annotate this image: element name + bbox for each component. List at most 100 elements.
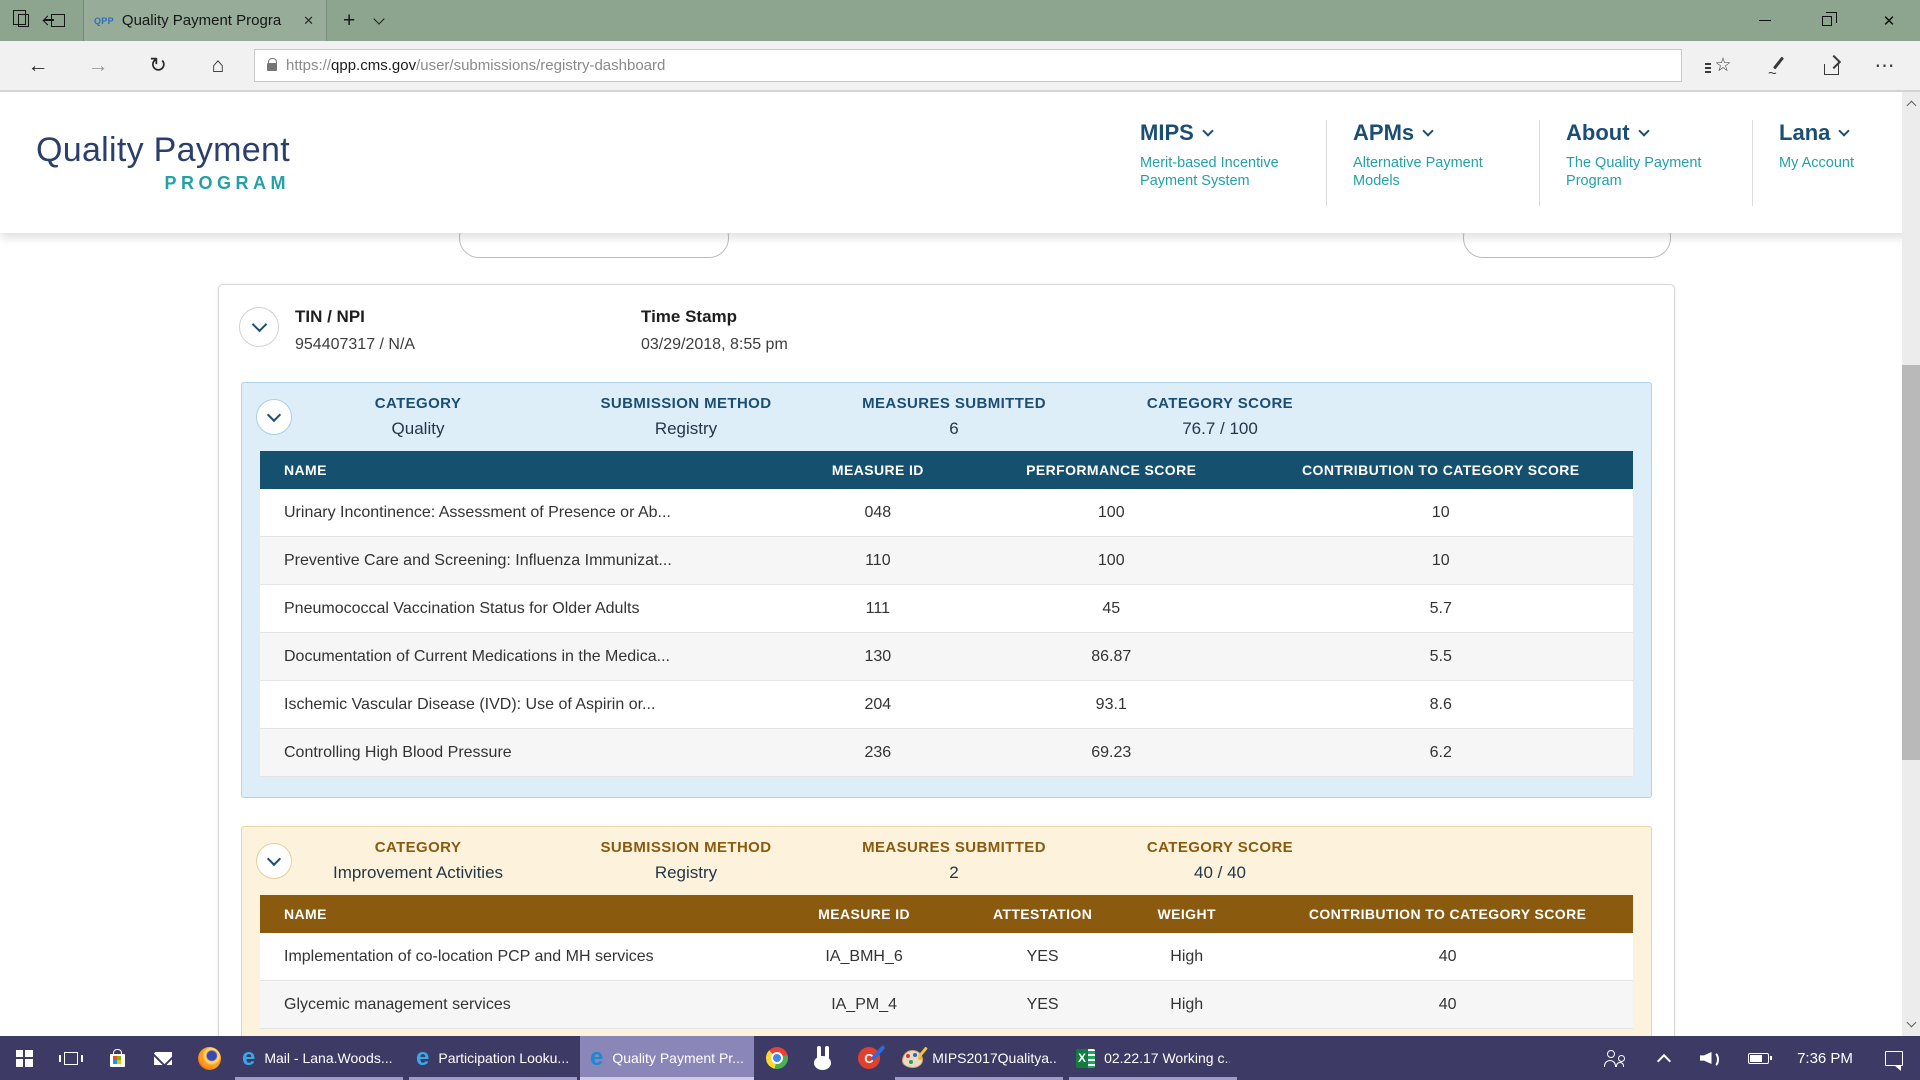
page-scrollbar[interactable]	[1902, 92, 1920, 1036]
taskbar-window-excel[interactable]: 02.22.17 Working c...	[1066, 1036, 1240, 1080]
table-cell: 130	[782, 633, 974, 680]
table-cell: 100	[974, 537, 1249, 584]
rabbit-app-button[interactable]	[800, 1036, 846, 1080]
nav-about[interactable]: About The Quality Payment Program	[1539, 120, 1752, 206]
tab-list-chevron-icon[interactable]	[374, 13, 385, 24]
restore-button[interactable]	[1796, 0, 1858, 41]
window-title: 02.22.17 Working c...	[1104, 1050, 1230, 1066]
table-cell: 8.6	[1249, 681, 1633, 728]
column-header: NAME	[260, 451, 782, 489]
windows-logo-icon	[16, 1050, 33, 1067]
favorites-hub-button[interactable]: ☆	[1696, 41, 1750, 90]
table-row: Preventive Care and Screening: Influenza…	[260, 537, 1633, 585]
back-button[interactable]: ←	[8, 54, 68, 78]
table-cell: YES	[974, 981, 1111, 1028]
improvement-table-header: NAME MEASURE ID ATTESTATION WEIGHT CONTR…	[260, 895, 1633, 933]
scroll-down-button[interactable]	[1902, 1014, 1920, 1034]
taskbar-window-paint[interactable]: MIPS2017Qualitya...	[892, 1036, 1066, 1080]
tin-row: TIN / NPI 954407317 / N/A Time Stamp 03/…	[219, 285, 1674, 354]
show-hidden-icons-button[interactable]	[1642, 1036, 1686, 1080]
close-button[interactable]: ✕	[1858, 0, 1920, 41]
home-button[interactable]: ⌂	[188, 54, 248, 78]
qpp-favicon: QPP	[94, 16, 114, 26]
site-nav: MIPS Merit-based Incentive Payment Syste…	[1114, 120, 1880, 206]
tin-value: 954407317 / N/A	[295, 336, 625, 354]
action-center-button[interactable]	[1868, 1036, 1920, 1080]
measures-label: MEASURES SUBMITTED	[842, 395, 1066, 412]
more-button[interactable]: ⋯	[1858, 41, 1912, 90]
collapse-improvement-button[interactable]	[256, 843, 292, 879]
column-header: WEIGHT	[1111, 895, 1262, 933]
category-value: Improvement Activities	[306, 863, 530, 883]
ccleaner-button[interactable]	[846, 1036, 892, 1080]
collapse-submission-button[interactable]	[239, 307, 279, 347]
tin-label: TIN / NPI	[295, 307, 625, 327]
nav-mips-label: MIPS	[1140, 120, 1194, 146]
taskbar-window-mail[interactable]: eMail - Lana.Woods...	[232, 1036, 406, 1080]
notification-icon	[1885, 1051, 1903, 1066]
tab-close-icon[interactable]: ✕	[301, 13, 316, 29]
table-row: Pneumococcal Vaccination Status for Olde…	[260, 585, 1633, 633]
nav-account[interactable]: Lana My Account	[1752, 120, 1880, 206]
table-cell: 45	[974, 585, 1249, 632]
refresh-button[interactable]: ↻	[128, 53, 188, 78]
nav-mips[interactable]: MIPS Merit-based Incentive Payment Syste…	[1114, 120, 1326, 206]
mail-app-button[interactable]	[140, 1036, 186, 1080]
column-header: PERFORMANCE SCORE	[974, 451, 1249, 489]
site-header: Quality Payment PROGRAM MIPS Merit-based…	[0, 92, 1920, 233]
battery-button[interactable]	[1734, 1036, 1782, 1080]
people-button[interactable]	[1586, 1036, 1642, 1080]
task-view-button[interactable]	[48, 1036, 94, 1080]
forward-button[interactable]: →	[68, 54, 128, 78]
scrollbar-thumb[interactable]	[1902, 365, 1920, 760]
start-button[interactable]	[0, 1036, 48, 1080]
microsoft-store-button[interactable]	[94, 1036, 140, 1080]
table-cell: YES	[974, 933, 1111, 980]
score-label: CATEGORY SCORE	[1066, 839, 1374, 856]
table-cell: 86.87	[974, 633, 1249, 680]
minimize-button[interactable]	[1734, 0, 1796, 41]
chrome-button[interactable]	[754, 1036, 800, 1080]
qpp-logo[interactable]: Quality Payment PROGRAM	[36, 131, 290, 194]
nav-apms[interactable]: APMs Alternative Payment Models	[1326, 120, 1539, 206]
volume-button[interactable]	[1686, 1036, 1734, 1080]
taskbar-window-qpp[interactable]: eQuality Payment Pr...	[580, 1036, 754, 1080]
minimize-icon	[1759, 20, 1771, 22]
star-icon: ☆	[1714, 56, 1731, 75]
taskbar-clock[interactable]: 7:36 PM	[1782, 1036, 1868, 1080]
table-cell: 10	[1249, 537, 1633, 584]
table-cell: Ischemic Vascular Disease (IVD): Use of …	[260, 681, 782, 728]
table-cell: 69.23	[974, 729, 1249, 776]
table-cell: 110	[782, 537, 974, 584]
improvement-section: CATEGORYImprovement Activities SUBMISSIO…	[241, 826, 1652, 1036]
share-button[interactable]	[1804, 41, 1858, 90]
table-cell: Pneumococcal Vaccination Status for Olde…	[260, 585, 782, 632]
column-header: MEASURE ID	[782, 451, 974, 489]
scroll-up-button[interactable]	[1902, 94, 1920, 114]
method-label: SUBMISSION METHOD	[530, 839, 842, 856]
store-bag-icon	[110, 1054, 125, 1067]
address-bar[interactable]: https://qpp.cms.gov/user/submissions/reg…	[254, 49, 1682, 82]
window-title: Mail - Lana.Woods...	[264, 1050, 392, 1066]
new-tab-button[interactable]: +	[327, 9, 371, 33]
taskbar-window-participation[interactable]: eParticipation Looku...	[406, 1036, 580, 1080]
set-tabs-aside-icon[interactable]	[51, 14, 65, 27]
task-view-icon	[64, 1052, 78, 1065]
browser-tab[interactable]: QPP Quality Payment Progra ✕	[84, 0, 327, 41]
chevron-down-icon	[1423, 125, 1434, 136]
tab-title: Quality Payment Progra	[122, 12, 293, 29]
window-title: Quality Payment Pr...	[612, 1050, 744, 1066]
collapse-quality-button[interactable]	[256, 399, 292, 435]
table-cell: Documentation of Current Medications in …	[260, 633, 782, 680]
chevron-up-icon	[1657, 1053, 1671, 1067]
firefox-button[interactable]	[186, 1036, 232, 1080]
category-value: Quality	[306, 419, 530, 439]
window-title: Participation Looku...	[438, 1050, 569, 1066]
web-note-button[interactable]	[1750, 41, 1804, 90]
quality-table-header: NAME MEASURE ID PERFORMANCE SCORE CONTRI…	[260, 451, 1633, 489]
table-row: Controlling High Blood Pressure23669.236…	[260, 729, 1633, 777]
table-cell: 6.2	[1249, 729, 1633, 776]
pen-icon	[1767, 56, 1787, 76]
table-cell: 5.5	[1249, 633, 1633, 680]
tabs-preview-icon[interactable]	[18, 14, 29, 27]
